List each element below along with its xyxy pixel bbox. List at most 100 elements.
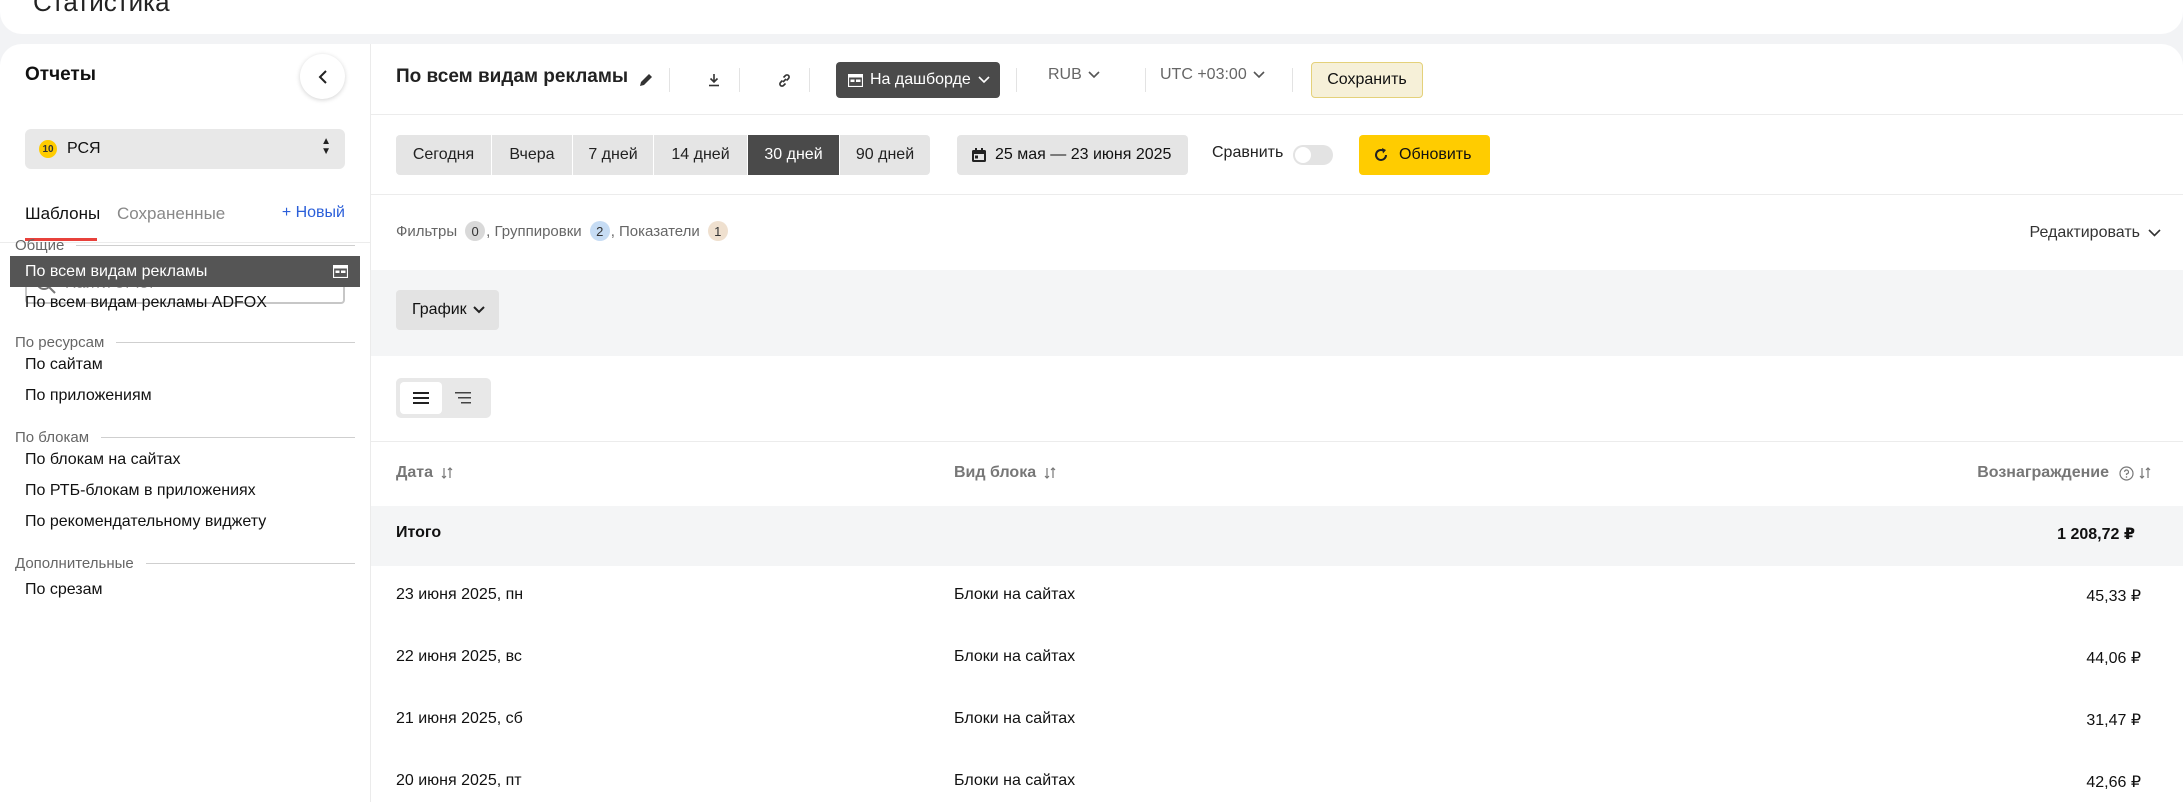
new-report-link[interactable]: + Новый: [282, 204, 345, 222]
sidebar-item-apps[interactable]: По приложениям: [10, 380, 360, 411]
dashboard-icon: [333, 265, 348, 278]
edit-report-button[interactable]: Редактировать: [2029, 224, 2161, 242]
sidebar-item-label: По всем видам рекламы ADFOX: [25, 293, 267, 311]
divider: [1292, 68, 1293, 92]
refresh-button[interactable]: Обновить: [1359, 135, 1490, 175]
chevron-down-icon: [2148, 229, 2161, 237]
sidebar-item-label: По всем видам рекламы: [25, 262, 208, 280]
edit-label: Редактировать: [2029, 224, 2140, 241]
cell-reward: 42,66 ₽: [2086, 774, 2141, 791]
period-today[interactable]: Сегодня: [396, 135, 492, 175]
copy-link-button[interactable]: [771, 67, 797, 93]
timezone-dropdown[interactable]: UTC +03:00: [1160, 66, 1265, 84]
cell-reward: 31,47 ₽: [2086, 712, 2141, 729]
divider: [1016, 68, 1017, 92]
date-range-value: 25 мая — 23 июня 2025: [995, 146, 1172, 163]
rename-button[interactable]: [633, 67, 659, 93]
sidebar-item-label: По блокам на сайтах: [25, 450, 181, 468]
download-button[interactable]: [701, 67, 727, 93]
column-header-label: Вознаграждение: [1977, 464, 2109, 481]
divider: [371, 441, 2183, 442]
period-90-days[interactable]: 90 дней: [840, 135, 930, 175]
currency-value: RUB: [1048, 66, 1082, 83]
chevron-down-icon: [1253, 71, 1265, 79]
column-header-reward[interactable]: Вознаграждение: [1977, 464, 2151, 482]
chart-toggle-button[interactable]: График: [396, 290, 499, 330]
currency-dropdown[interactable]: RUB: [1048, 66, 1100, 84]
divider: [809, 68, 810, 92]
sort-arrows-icon: ▲ ▼: [321, 136, 331, 157]
dashboard-dropdown-label: На дашборде: [870, 71, 971, 88]
sidebar-item-all-ads[interactable]: По всем видам рекламы: [10, 256, 360, 287]
cell-date: 22 июня 2025, вс: [396, 648, 522, 665]
sidebar: Отчеты 10 РСЯ ▲ ▼ Шаблоны Сохраненные + Н…: [0, 44, 370, 802]
cell-block-type: Блоки на сайтах: [954, 648, 1076, 665]
main-panel: По всем видам рекламы На дашборде RUB UT…: [371, 44, 2183, 802]
chevron-down-icon: [978, 76, 990, 84]
tree-view-button[interactable]: [442, 382, 484, 414]
groupings-count-badge: 2: [589, 221, 610, 241]
period-30-days[interactable]: 30 дней: [748, 135, 840, 175]
chart-button-label: График: [412, 301, 467, 318]
groupings-label: , Группировки: [486, 222, 582, 240]
tree-list-icon: [455, 392, 471, 404]
filters-label: Фильтры: [396, 222, 458, 240]
sidebar-item-label: По приложениям: [25, 386, 152, 404]
cell-date: 21 июня 2025, сб: [396, 710, 523, 727]
collapse-sidebar-button[interactable]: [300, 54, 345, 99]
period-selector: Сегодня Вчера 7 дней 14 дней 30 дней 90 …: [396, 135, 930, 175]
compare-toggle[interactable]: [1293, 145, 1333, 165]
divider: [669, 68, 670, 92]
column-header-date[interactable]: Дата: [396, 464, 453, 482]
sidebar-item-all-ads-adfox[interactable]: По всем видам рекламы ADFOX: [10, 287, 360, 318]
column-header-label: Дата: [396, 464, 434, 481]
column-header-block-type[interactable]: Вид блока: [954, 464, 1056, 482]
sidebar-item-slices[interactable]: По срезам: [10, 574, 360, 605]
help-icon[interactable]: [2119, 465, 2134, 481]
account-badge: 10: [39, 140, 57, 158]
sidebar-item-sites[interactable]: По сайтам: [10, 349, 360, 380]
save-button[interactable]: Сохранить: [1311, 62, 1423, 98]
column-header-label: Вид блока: [954, 464, 1037, 481]
flat-view-button[interactable]: [400, 382, 442, 414]
group-label: Дополнительные: [15, 554, 134, 572]
date-range-button[interactable]: 25 мая — 23 июня 2025: [957, 135, 1188, 175]
account-select-value: РСЯ: [67, 140, 101, 157]
cell-date: 20 июня 2025, пт: [396, 772, 522, 789]
group-label: Общие: [15, 236, 65, 254]
total-label: Итого: [396, 524, 442, 541]
refresh-icon: [1375, 148, 1387, 161]
period-14-days[interactable]: 14 дней: [654, 135, 748, 175]
sidebar-item-site-blocks[interactable]: По блокам на сайтах: [10, 444, 360, 475]
period-yesterday[interactable]: Вчера: [492, 135, 573, 175]
sidebar-item-label: По РТБ-блокам в приложениях: [25, 481, 256, 499]
dashboard-dropdown[interactable]: На дашборде: [836, 62, 1000, 98]
filters-summary[interactable]: Фильтры 0 , Группировки 2 , Показатели 1: [396, 221, 732, 241]
tab-templates[interactable]: Шаблоны: [25, 204, 100, 224]
chart-section: [371, 270, 2183, 356]
chevron-down-icon: [472, 306, 485, 314]
cell-block-type: Блоки на сайтах: [954, 710, 1076, 727]
sidebar-item-widget[interactable]: По рекомендательному виджету: [10, 506, 360, 537]
metrics-count-badge: 1: [707, 221, 728, 241]
refresh-label: Обновить: [1399, 146, 1472, 163]
cell-reward: 45,33 ₽: [2086, 588, 2141, 605]
sort-icon: [441, 467, 453, 479]
calendar-icon: [972, 148, 986, 162]
sidebar-item-label: По сайтам: [25, 355, 103, 373]
cell-date: 23 июня 2025, пн: [396, 586, 524, 603]
sort-icon: [1044, 467, 1056, 479]
top-bar: Статистика: [0, 0, 2183, 34]
sidebar-item-rtb-app-blocks[interactable]: По РТБ-блокам в приложениях: [10, 475, 360, 506]
period-7-days[interactable]: 7 дней: [573, 135, 654, 175]
sidebar-item-label: По срезам: [25, 580, 103, 598]
divider: [371, 194, 2183, 195]
table-row: 22 июня 2025, вс Блоки на сайтах 44,06 ₽: [371, 628, 2183, 690]
account-select[interactable]: 10 РСЯ ▲ ▼: [25, 129, 345, 169]
sidebar-title: Отчеты: [25, 64, 96, 85]
table-row: 21 июня 2025, сб Блоки на сайтах 31,47 ₽: [371, 690, 2183, 752]
group-header-additional: Дополнительные: [15, 554, 355, 572]
table-row: 20 июня 2025, пт Блоки на сайтах 42,66 ₽: [371, 752, 2183, 802]
table-row: 23 июня 2025, пн Блоки на сайтах 45,33 ₽: [371, 566, 2183, 628]
tab-saved[interactable]: Сохраненные: [117, 204, 225, 224]
